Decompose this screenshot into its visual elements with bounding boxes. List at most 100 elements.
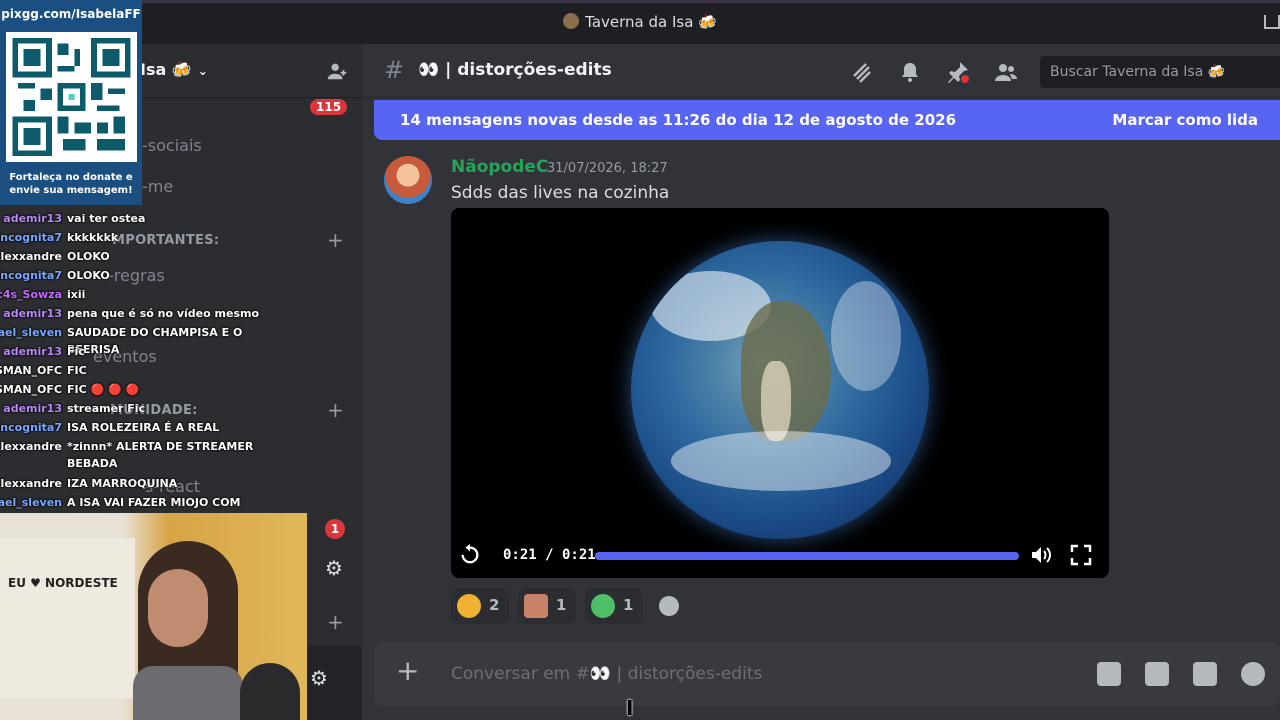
chat-user: afael_sleven bbox=[0, 326, 62, 339]
chat-user: Incognita7 bbox=[0, 421, 62, 434]
qr-title: pixgg.com/IsabelaFF bbox=[1, 7, 141, 21]
gift-icon[interactable] bbox=[1097, 662, 1121, 686]
chat-user: SMAN_OFC bbox=[0, 383, 62, 396]
chat-user: ademir13 bbox=[3, 212, 62, 225]
title-bar: Taverna da Isa 🍻 bbox=[0, 0, 1280, 44]
reaction-custom-face[interactable]: 1 bbox=[518, 588, 576, 624]
volume-icon[interactable] bbox=[1029, 543, 1053, 567]
server-name[interactable]: Isa 🍻 ⌄ bbox=[140, 60, 208, 79]
upload-plus-icon[interactable]: + bbox=[396, 656, 419, 686]
chat-user: Incognita7 bbox=[0, 231, 62, 244]
chat-user: _Alexxandre bbox=[0, 250, 62, 263]
message-timestamp: 31/07/2026, 18:27 bbox=[547, 161, 668, 176]
microphone bbox=[240, 663, 300, 720]
search-input[interactable]: Buscar Taverna da Isa 🍻 bbox=[1040, 56, 1280, 88]
chat-text: vai ter ostea bbox=[67, 212, 146, 225]
mention-badge: 115 bbox=[310, 99, 348, 115]
chat-user: Incognita7 bbox=[0, 269, 62, 282]
custom-pixel-emoji-icon bbox=[591, 594, 615, 618]
chat-user: SMAN_OFC bbox=[0, 364, 62, 377]
emoji-icon[interactable] bbox=[1241, 662, 1265, 686]
earth-video-frame bbox=[631, 241, 929, 539]
channel-item[interactable]: -sociais bbox=[142, 136, 202, 155]
wall-tapestry: EU ♥ NORDESTE bbox=[0, 538, 135, 698]
land-shape bbox=[761, 361, 791, 441]
chat-user: ademir13 bbox=[3, 307, 62, 320]
chevron-down-icon: ⌄ bbox=[197, 64, 208, 78]
user-settings-icon[interactable]: ⚙ bbox=[310, 666, 328, 690]
server-icon bbox=[563, 13, 580, 29]
channel-view: # 👀 | distorções-edits Buscar Taverna da… bbox=[362, 44, 1280, 720]
chat-text: Fic bbox=[67, 345, 85, 358]
members-icon[interactable] bbox=[994, 60, 1018, 84]
message-text: Sdds das lives na cozinha bbox=[451, 183, 670, 203]
bell-icon[interactable] bbox=[898, 60, 922, 84]
webcam-feed: EU ♥ NORDESTE bbox=[0, 513, 307, 720]
discord-app: Taverna da Isa 🍻 Isa 🍻 ⌄ 115 -sociais -me… bbox=[0, 0, 1280, 720]
streamer-face bbox=[148, 569, 208, 647]
reaction-count: 2 bbox=[489, 596, 500, 614]
streamer-shirt bbox=[133, 666, 243, 720]
invite-people-icon[interactable] bbox=[326, 60, 348, 82]
chat-text: OLOKO bbox=[67, 269, 110, 282]
qr-code-image bbox=[12, 38, 131, 156]
chat-text: ixii bbox=[67, 288, 86, 301]
unread-badge: 1 bbox=[325, 519, 345, 539]
chat-user: c4s_Sowza bbox=[0, 288, 62, 301]
chat-text: pena que é só no vídeo mesmo bbox=[67, 307, 260, 320]
gear-icon[interactable]: ⚙ bbox=[325, 556, 343, 580]
add-channel-icon[interactable]: + bbox=[327, 610, 344, 634]
reaction-joy[interactable]: 2 bbox=[451, 588, 509, 624]
video-player[interactable]: 0:21 / 0:21 bbox=[451, 208, 1109, 578]
replay-icon[interactable] bbox=[459, 543, 481, 565]
sticker-icon[interactable] bbox=[1193, 662, 1217, 686]
chat-text: IZA MARROQUINA bbox=[67, 477, 178, 490]
streamer bbox=[128, 541, 248, 720]
chat-user: _Alexxandre bbox=[0, 477, 62, 490]
chat-user: afael_sleven bbox=[0, 496, 62, 509]
pin-icon[interactable] bbox=[946, 60, 970, 84]
new-messages-text: 14 mensagens novas desde as 11:26 do dia… bbox=[400, 111, 957, 129]
avatar[interactable] bbox=[384, 156, 432, 204]
qr-code bbox=[6, 32, 137, 162]
fullscreen-icon[interactable] bbox=[1069, 543, 1093, 567]
add-channel-icon[interactable]: + bbox=[327, 228, 344, 252]
channel-name: 👀 | distorções-edits bbox=[418, 60, 612, 80]
text-cursor-icon: I bbox=[626, 696, 634, 720]
reaction-custom-pixel[interactable]: 1 bbox=[585, 588, 643, 624]
chat-text: ISA ROLEZEIRA É A REAL bbox=[67, 421, 220, 434]
new-messages-bar[interactable]: 14 mensagens novas desde as 11:26 do dia… bbox=[374, 100, 1280, 140]
window-title-text: Taverna da Isa 🍻 bbox=[585, 13, 717, 31]
video-progress-fill bbox=[595, 552, 1019, 560]
chat-text: *zinnn* ALERTA DE STREAMER BEBADA bbox=[67, 440, 254, 470]
gif-icon[interactable] bbox=[1145, 662, 1169, 686]
video-controls: 0:21 / 0:21 bbox=[451, 538, 1109, 578]
message-author[interactable]: NãopodeC bbox=[451, 157, 548, 177]
cloud-shape bbox=[831, 281, 901, 391]
threads-icon[interactable] bbox=[850, 60, 874, 84]
joy-emoji-icon bbox=[457, 594, 481, 618]
channel-header: # 👀 | distorções-edits Buscar Taverna da… bbox=[362, 44, 1280, 98]
video-time: 0:21 / 0:21 bbox=[503, 547, 596, 563]
chat-user: ademir13 bbox=[3, 345, 62, 358]
inbox-icon[interactable] bbox=[1264, 15, 1280, 29]
chat-user: ademir13 bbox=[3, 402, 62, 415]
chat-text: FIC 🔴 🔴 🔴 bbox=[67, 383, 140, 396]
server-name-text: Isa 🍻 bbox=[140, 60, 192, 79]
chat-text: FIC bbox=[67, 364, 87, 377]
custom-face-emoji-icon bbox=[524, 594, 548, 618]
reaction-count: 1 bbox=[623, 596, 634, 614]
channel-item[interactable]: -me bbox=[142, 177, 173, 196]
donation-qr-panel: pixgg.com/IsabelaFF Fortaleça no donate … bbox=[0, 0, 142, 205]
channel-hash-icon: # bbox=[384, 56, 405, 84]
add-channel-icon[interactable]: + bbox=[327, 398, 344, 422]
add-reaction-icon[interactable] bbox=[659, 596, 679, 616]
video-progress-bar[interactable] bbox=[595, 552, 1019, 560]
message-composer[interactable]: + Conversar em #👀 | distorções-edits bbox=[374, 642, 1280, 706]
tapestry-text: EU ♥ NORDESTE bbox=[8, 576, 118, 590]
chat-text: streamer Fic bbox=[67, 402, 146, 415]
composer-placeholder: Conversar em #👀 | distorções-edits bbox=[451, 664, 763, 684]
window-title: Taverna da Isa 🍻 bbox=[0, 13, 1280, 31]
mark-as-read-button[interactable]: Marcar como lida bbox=[1112, 111, 1258, 129]
chat-user: _Alexxandre bbox=[0, 440, 62, 453]
